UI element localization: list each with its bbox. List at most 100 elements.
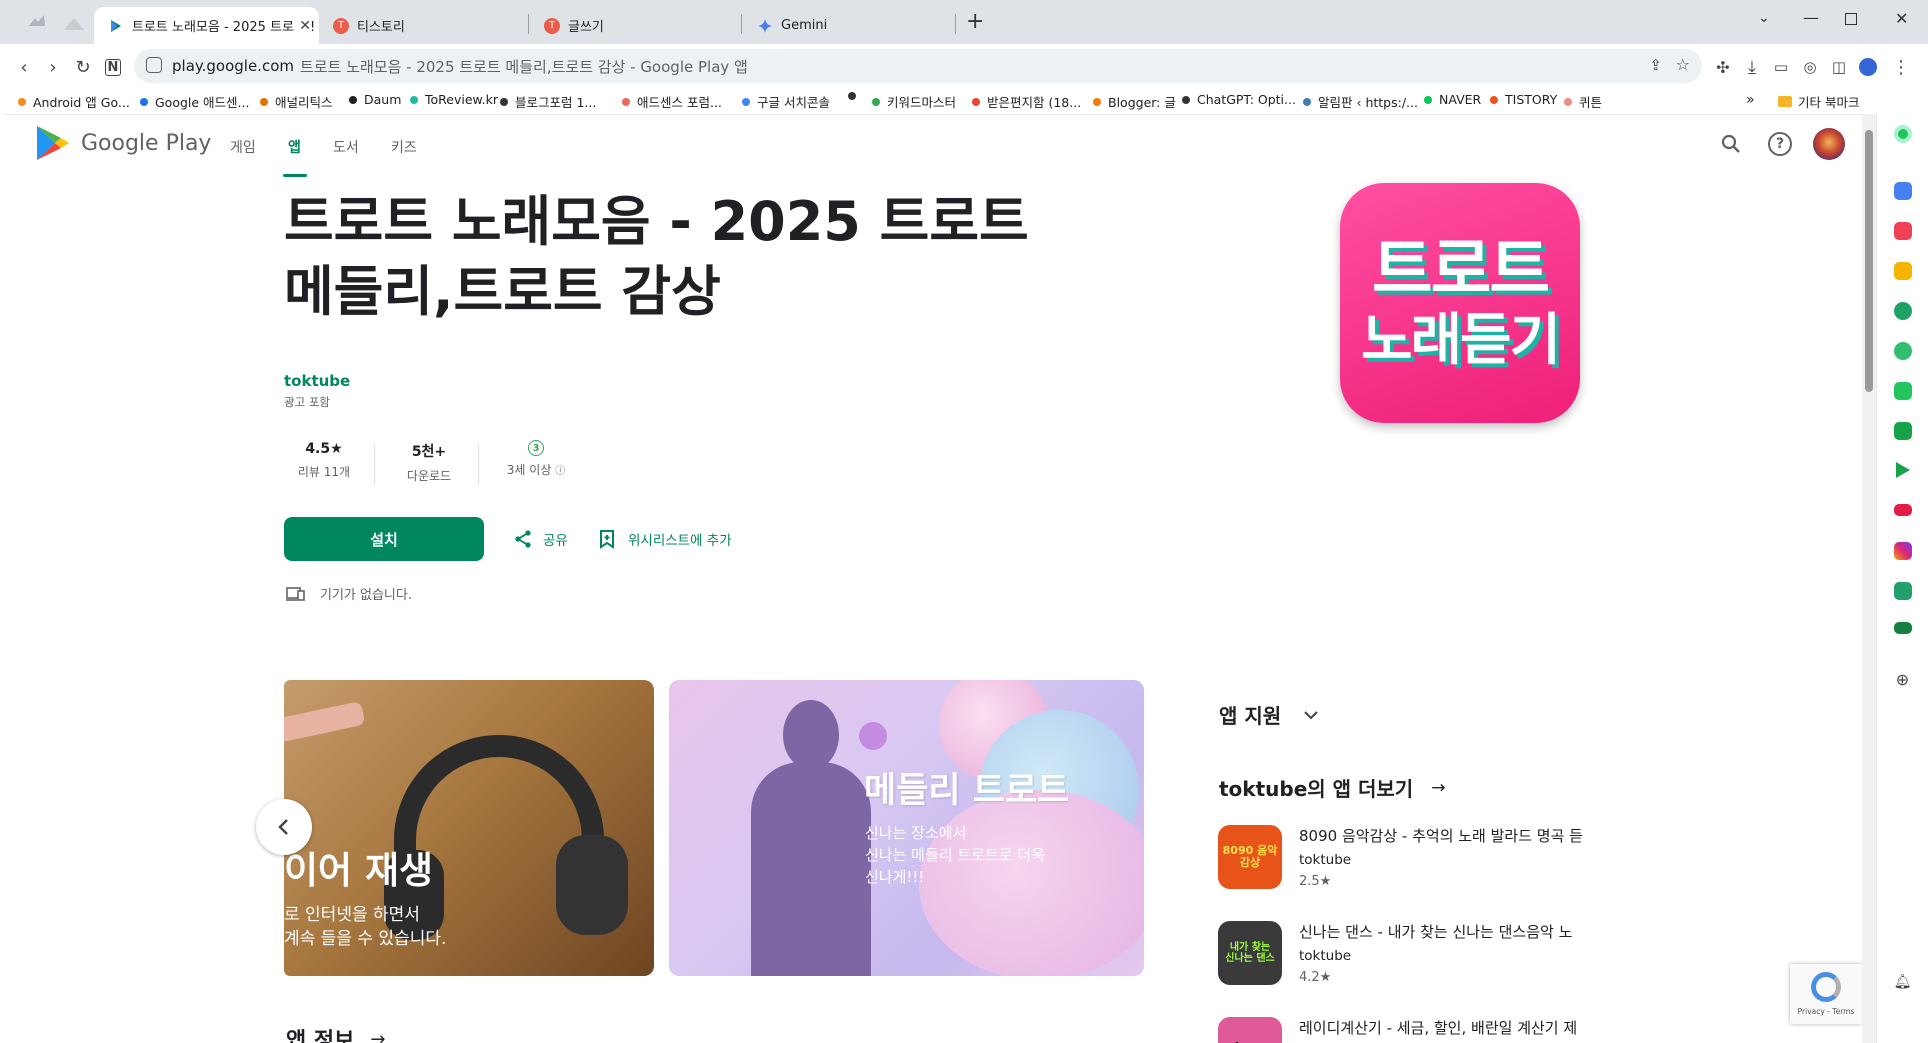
app-icon-line2: 노래듣기 [1360,308,1561,374]
calendar-icon[interactable] [1877,182,1928,200]
chat-icon[interactable] [1877,382,1928,400]
pocket-icon[interactable] [1877,222,1928,240]
address-bar[interactable]: play.google.com 트로트 노래모음 - 2025 트로트 메들리,… [134,49,1702,83]
screenshot-1-line1: 로 인터넷을 하면서 [284,905,420,925]
bookmark-icon [1182,95,1190,104]
bookmark-item[interactable]: 구글 서치콘솔 [742,92,830,111]
forward-icon[interactable]: › [38,52,68,82]
nav-tab-kids[interactable]: 키즈 [391,137,417,157]
add-sidebar-icon[interactable]: ⊕ [1877,670,1928,689]
close-window-icon[interactable]: ✕ [1895,9,1908,28]
bookmark-star-icon[interactable]: ☆ [1676,55,1690,74]
profile-icon[interactable] [1853,52,1883,82]
shopping-icon[interactable] [1877,582,1928,600]
close-tab-icon[interactable]: ✕ [295,17,311,34]
bookmark-item[interactable]: TISTORY [1490,92,1557,107]
bookmark-item[interactable]: ToReview.kr [410,92,498,107]
play-store-icon[interactable] [1877,462,1928,478]
bookmark-item[interactable]: NAVER [1424,92,1481,107]
side-panel-icon[interactable]: ◫ [1824,52,1854,82]
screenshot-icon[interactable]: ◎ [1795,52,1825,82]
more-app-rating: 4.2★ [1299,970,1332,985]
tab-search-icon[interactable] [26,12,48,34]
reload-icon[interactable]: ↻ [68,52,98,82]
google-play-logo[interactable]: Google Play [35,124,211,162]
help-icon[interactable]: ? [1768,132,1792,156]
bookmark-item[interactable]: Daum [349,92,401,107]
install-button[interactable]: 설치 [284,517,484,561]
restore-icon[interactable] [1845,13,1857,25]
nav-tab-books[interactable]: 도서 [333,137,359,157]
extensions-icon[interactable]: ✣ [1708,52,1738,82]
tab-tistory[interactable]: T 티스토리 [319,7,529,44]
bookmark-item[interactable]: 블로그포럼 1... [500,92,596,111]
account-avatar[interactable] [1813,128,1845,160]
notes-icon[interactable] [1877,422,1928,440]
developer-link[interactable]: toktube [284,372,350,390]
tab-prev-icon[interactable] [60,12,88,34]
app-support-section[interactable]: 앱 지원 [1219,700,1319,729]
tab-label: 트로트 노래모음 - 2025 트로트 ! [132,20,316,35]
stocks-icon[interactable] [1877,622,1928,634]
minimize-icon[interactable]: — [1803,8,1819,27]
info-icon[interactable]: ⓘ [555,466,565,477]
scrollbar-thumb[interactable] [1865,130,1873,392]
copilot-icon[interactable] [1877,125,1928,143]
stat-age[interactable]: 3 3세 이상 ⓘ [498,440,574,478]
youtube-icon[interactable] [1877,504,1928,516]
more-app-item[interactable]: 내가 찾는 신나는 댄스 신나는 댄스 - 내가 찾는 신나는 댄스음악 노 t… [1218,921,1589,985]
screenshot-1[interactable]: 이어 재생 로 인터넷을 하면서 계속 들을 수 있습니다. [284,680,654,976]
extension-n-icon[interactable]: N [98,52,128,82]
more-app-title: 8090 음악감상 - 추억의 노래 발라드 명곡 듣 [1299,827,1583,845]
bookmark-icon [18,97,26,106]
bookmark-item[interactable]: 알림판 ‹ https:/... [1303,92,1418,111]
bookmark-item[interactable]: Android 앱 Go... [18,92,130,111]
bookmark-icon [410,95,418,104]
bookmark-item[interactable]: Blogger: 글 [1093,92,1176,111]
page-scrollbar[interactable] [1862,114,1876,1043]
bookmark-item[interactable]: 퀴튼 [1564,92,1602,111]
bookmark-item[interactable]: 애드센스 포럼... [622,92,722,111]
bookmark-item[interactable]: Google 애드센... [140,92,249,111]
wishlist-button[interactable]: 위시리스트에 추가 [598,529,732,549]
more-app-item[interactable]: 8090 음악감상 8090 음악감상 - 추억의 노래 발라드 명곡 듣 to… [1218,825,1589,889]
translate-icon[interactable] [1877,302,1928,320]
more-app-item[interactable]: + − 레이디계산기 - 세금, 할인, 배란일 계산기 제 [1218,1017,1589,1043]
menu-icon[interactable]: ⋮ [1886,52,1916,82]
screenshot-2[interactable]: 메들리 트로트 신나는 장소에서 신나는 메들리 트로트로 더욱 신나게!!! [669,680,1144,976]
bookmark-item[interactable]: ChatGPT: Opti... [1182,92,1296,107]
bookmark-item[interactable]: 받은편지함 (18... [972,92,1081,111]
nav-tab-apps[interactable]: 앱 [288,137,301,157]
more-by-developer[interactable]: toktube의 앱 더보기 → [1219,773,1445,802]
bookmark-item[interactable] [848,92,863,100]
tab-google-play[interactable]: 트로트 노래모음 - 2025 트로트 ! ✕ [94,7,319,44]
back-icon[interactable]: ‹ [9,52,39,82]
favorites-star-icon[interactable] [1877,262,1928,280]
notification-bell-icon[interactable]: 🔔︎ [1877,974,1928,990]
tab-gemini[interactable]: Gemini [743,7,953,44]
bookmark-item[interactable]: 키워드마스터 [872,92,956,111]
recaptcha-badge[interactable]: Privacy - Terms [1790,964,1862,1024]
download-icon[interactable]: ⤓ [1737,52,1767,82]
devices-icon [286,586,305,601]
bookmark-item[interactable]: 애널리틱스 [260,92,333,111]
browser-tab-bar: 트로트 노래모음 - 2025 트로트 ! ✕ T 티스토리 T 글쓰기 Gem… [0,0,1928,44]
other-bookmarks-folder[interactable]: 기타 북마크 [1778,92,1859,111]
bookmarks-overflow-button[interactable]: » [1746,92,1755,108]
carousel-prev-button[interactable] [256,799,312,855]
new-tab-button[interactable]: + [966,9,984,34]
recaptcha-links[interactable]: Privacy - Terms [1790,1007,1862,1016]
nav-tab-games[interactable]: 게임 [230,137,256,157]
tab-search-dropdown-icon[interactable]: ⌄ [1758,10,1770,26]
share-button[interactable]: 공유 [513,529,568,549]
tab-write[interactable]: T 글쓰기 [530,7,740,44]
search-icon[interactable] [1720,133,1742,159]
music-icon[interactable] [1877,342,1928,360]
app-info-heading[interactable]: 앱 정보 → [286,1023,385,1043]
instagram-icon[interactable] [1877,542,1928,560]
arrow-right-icon: → [1431,777,1446,798]
share-page-icon[interactable]: ⇪ [1649,56,1662,74]
site-info-icon[interactable] [146,57,162,73]
stat-rating[interactable]: 4.5★ 리뷰 11개 [290,441,358,480]
cast-icon[interactable]: ▭ [1766,52,1796,82]
